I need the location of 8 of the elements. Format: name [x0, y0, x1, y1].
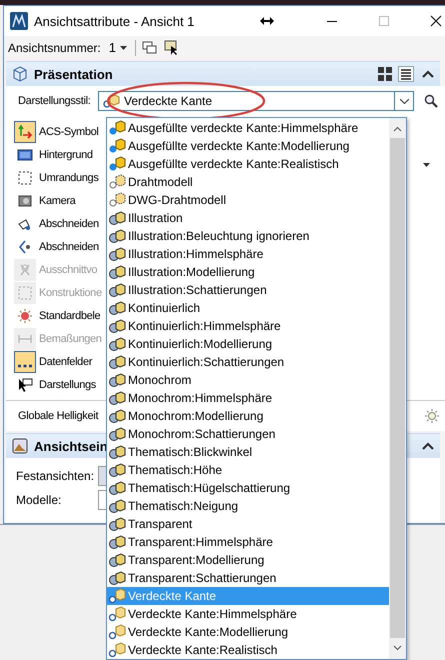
section-title: Präsentation — [34, 66, 113, 82]
window-title: Ansichtsattribute - Ansicht 1 — [34, 14, 194, 28]
style-label: Darstellungsstil: — [18, 95, 92, 107]
view-number-label: Ansichtsnummer: — [8, 40, 101, 54]
field-label: Festansichten: — [16, 469, 96, 483]
brightness-label: Globale Helligkeit — [18, 410, 98, 422]
section-title: Ansichtsein — [34, 438, 108, 454]
field-label: Modelle: — [16, 493, 62, 507]
